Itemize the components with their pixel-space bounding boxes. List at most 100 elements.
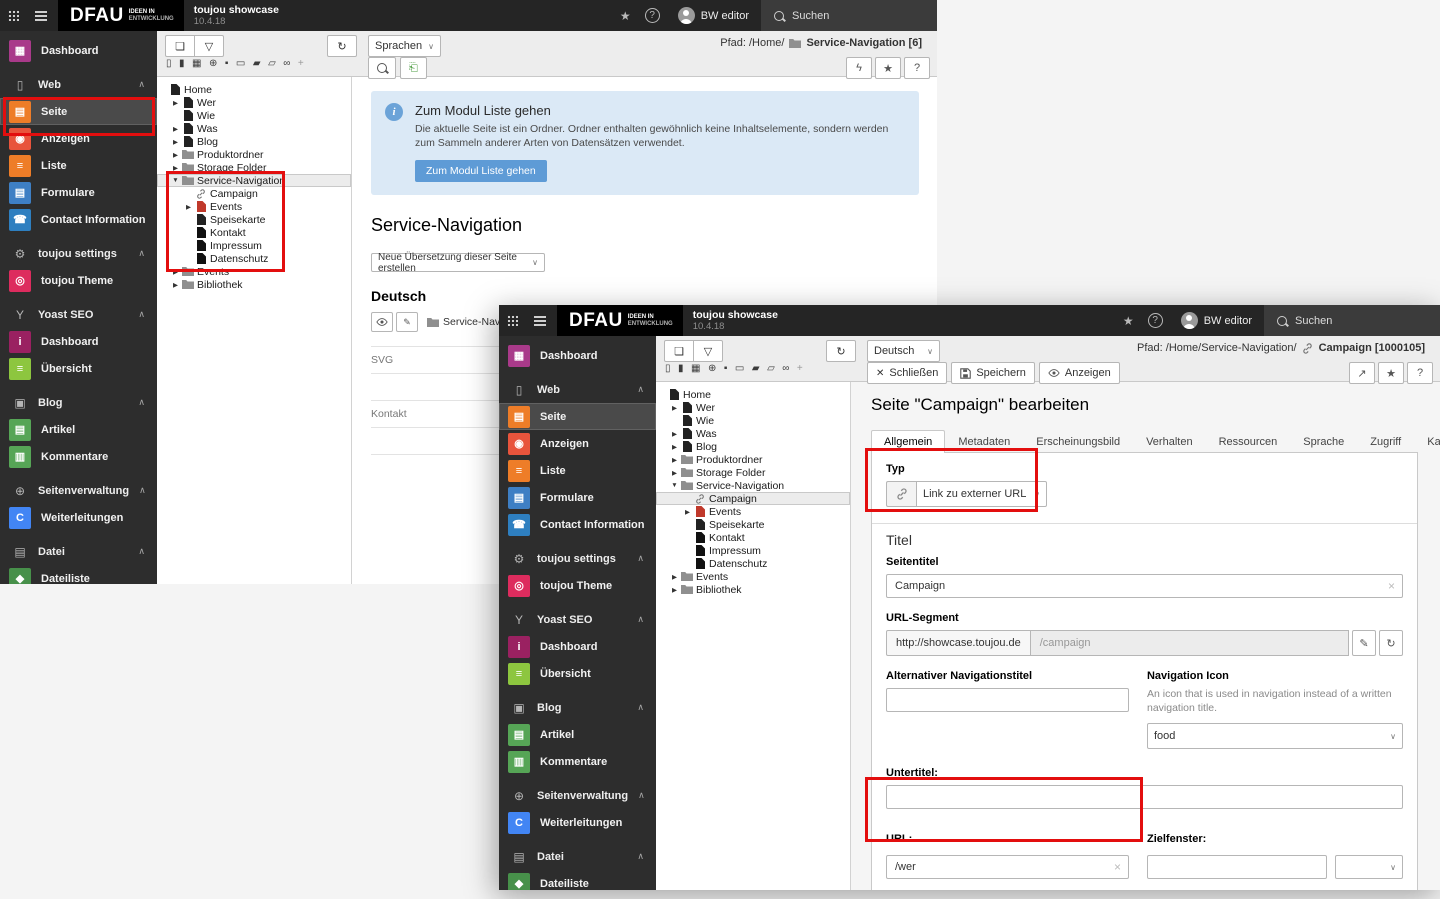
tree-item-impressum[interactable]: Impressum	[157, 239, 351, 252]
page-icon[interactable]: ▮	[179, 58, 185, 69]
chevron-closed-icon[interactable]: ▶	[682, 508, 693, 516]
external-link-icon[interactable]: ∞	[283, 58, 290, 69]
pagetree-toggle-button[interactable]	[526, 305, 553, 336]
tree-item-home[interactable]: Home	[656, 388, 850, 401]
user-menu[interactable]: BW editor	[1169, 305, 1264, 336]
sidebar-item-toujou-theme[interactable]: ◎toujou Theme	[499, 572, 656, 599]
chevron-closed-icon[interactable]: ▶	[170, 99, 181, 107]
recalculate-slug-button[interactable]: ↻	[1379, 630, 1403, 656]
sidebar-item-weiterleitungen[interactable]: CWeiterleitungen	[0, 504, 157, 531]
modules-menu-button[interactable]	[499, 305, 526, 336]
new-translation-select[interactable]: Neue Übersetzung dieser Seite erstellen∨	[371, 253, 545, 272]
tree-item-wer[interactable]: ▶Wer	[157, 96, 351, 109]
clear-cache-button[interactable]: ϟ	[846, 57, 872, 79]
chevron-closed-icon[interactable]: ▶	[669, 456, 680, 464]
tab-metadaten[interactable]: Metadaten	[945, 430, 1023, 453]
modules-menu-button[interactable]	[0, 0, 27, 31]
page-copy-icon[interactable]: ▱	[268, 58, 276, 69]
tree-item-wie[interactable]: Wie	[157, 109, 351, 122]
search-bar[interactable]: Suchen	[1264, 305, 1440, 336]
chevron-closed-icon[interactable]: ▶	[669, 443, 680, 451]
sidebar-item-liste[interactable]: ≡Liste	[499, 457, 656, 484]
sidebar-item-toujou-theme[interactable]: ◎toujou Theme	[0, 267, 157, 294]
shortcut-grid-icon[interactable]: ▦	[691, 363, 700, 374]
clear-icon[interactable]: ×	[1388, 579, 1395, 593]
tab-zugriff[interactable]: Zugriff	[1357, 430, 1414, 453]
folder-icon[interactable]: ▰	[253, 58, 261, 69]
pagetree-toggle-button[interactable]	[27, 0, 54, 31]
sidebar-section-toujou-settings[interactable]: ⚙toujou settings∧	[0, 240, 157, 267]
page-copy-icon[interactable]: ▱	[767, 363, 775, 374]
language-select[interactable]: Sprachen∨	[368, 35, 441, 57]
doktype-select[interactable]: Link zu externer URL∨	[916, 481, 1047, 507]
tree-item-datenschutz[interactable]: Datenschutz	[157, 252, 351, 265]
sidebar-item-dateiliste[interactable]: ◆Dateiliste	[499, 870, 656, 890]
view-page-button[interactable]	[371, 312, 393, 332]
sidebar-item-yoast-dashboard[interactable]: iDashboard	[499, 633, 656, 660]
chevron-closed-icon[interactable]: ▶	[170, 281, 181, 289]
tab-allgemein[interactable]: Allgemein	[871, 430, 945, 453]
sidebar-section-seitenverwaltung[interactable]: ⊕Seitenverwaltung∧	[499, 782, 656, 809]
sidebar-section-datei[interactable]: ▤Datei∧	[0, 538, 157, 565]
open-in-new-window-button[interactable]: ↗	[1349, 362, 1375, 384]
spacer-icon[interactable]: ▪	[724, 363, 728, 374]
sidebar-item-yoast-dashboard[interactable]: iDashboard	[0, 328, 157, 355]
chevron-closed-icon[interactable]: ▶	[669, 404, 680, 412]
close-button[interactable]: ✕Schließen	[867, 362, 947, 384]
tree-item-speisekarte[interactable]: Speisekarte	[157, 213, 351, 226]
filter-button[interactable]: ▽	[194, 35, 224, 57]
chevron-closed-icon[interactable]: ▶	[669, 469, 680, 477]
sidebar-item-kommentare[interactable]: ▥Kommentare	[0, 443, 157, 470]
sidebar-item-uebersicht[interactable]: ≡Übersicht	[499, 660, 656, 687]
backend-section-icon[interactable]: ▭	[236, 58, 245, 69]
sidebar-item-formulare[interactable]: ▤Formulare	[499, 484, 656, 511]
sidebar-section-blog[interactable]: ▣Blog∧	[499, 694, 656, 721]
untertitel-input[interactable]	[886, 785, 1403, 809]
bookmark-button[interactable]: ★	[875, 57, 901, 79]
tree-item-home[interactable]: Home	[157, 83, 351, 96]
sidebar-item-contact-information[interactable]: ☎Contact Information	[499, 511, 656, 538]
tree-item-events[interactable]: ▶Events	[656, 505, 850, 518]
sidebar-item-uebersicht[interactable]: ≡Übersicht	[0, 355, 157, 382]
bookmark-star-button[interactable]: ★	[612, 0, 639, 31]
chevron-open-icon[interactable]: ▼	[170, 177, 181, 184]
bookmark-button[interactable]: ★	[1378, 362, 1404, 384]
folder-icon[interactable]: ▰	[752, 363, 760, 374]
search-bar[interactable]: Suchen	[761, 0, 937, 31]
chevron-closed-icon[interactable]: ▶	[669, 586, 680, 594]
sidebar-item-contact-information[interactable]: ☎Contact Information	[0, 206, 157, 233]
sidebar-item-formulare[interactable]: ▤Formulare	[0, 179, 157, 206]
tab-sprache[interactable]: Sprache	[1290, 430, 1357, 453]
chevron-closed-icon[interactable]: ▶	[170, 125, 181, 133]
chevron-closed-icon[interactable]: ▶	[183, 203, 194, 211]
tree-item-events[interactable]: ▶Events	[157, 200, 351, 213]
nav-icon-select[interactable]: food∨	[1147, 723, 1403, 749]
clear-icon[interactable]: ×	[1114, 860, 1121, 874]
language-select[interactable]: Deutsch∨	[867, 340, 940, 362]
tree-item-campaign[interactable]: Campaign	[157, 187, 351, 200]
tab-kategorien[interactable]: Kategorien	[1414, 430, 1440, 453]
go-to-list-module-button[interactable]: Zum Modul Liste gehen	[415, 160, 547, 182]
mountpoint-globe-icon[interactable]: ⊕	[209, 58, 217, 69]
chevron-closed-icon[interactable]: ▶	[170, 164, 181, 172]
tree-item-was[interactable]: ▶Was	[157, 122, 351, 135]
user-menu[interactable]: BW editor	[666, 0, 761, 31]
docheader-help-button[interactable]: ?	[904, 57, 930, 79]
tree-item-events[interactable]: ▶Events	[157, 265, 351, 278]
tree-item-service-navigation[interactable]: ▼Service-Navigation	[656, 479, 850, 492]
tree-item-kontakt[interactable]: Kontakt	[656, 531, 850, 544]
help-button[interactable]: ?	[639, 0, 666, 31]
tree-item-storage-folder[interactable]: ▶Storage Folder	[656, 466, 850, 479]
edit-slug-button[interactable]: ✎	[1352, 630, 1376, 656]
chevron-closed-icon[interactable]: ▶	[669, 430, 680, 438]
tree-item-speisekarte[interactable]: Speisekarte	[656, 518, 850, 531]
tree-item-produktordner[interactable]: ▶Produktordner	[157, 148, 351, 161]
tree-item-bibliothek[interactable]: ▶Bibliothek	[656, 583, 850, 596]
chevron-closed-icon[interactable]: ▶	[170, 268, 181, 276]
new-page-drag-icon[interactable]: ▯	[665, 363, 671, 374]
tree-item-wie[interactable]: Wie	[656, 414, 850, 427]
alt-nav-input[interactable]	[886, 688, 1129, 712]
tree-item-blog[interactable]: ▶Blog	[656, 440, 850, 453]
edit-page-button[interactable]: ✎	[396, 312, 418, 332]
sidebar-item-dateiliste[interactable]: ◆Dateiliste	[0, 565, 157, 584]
